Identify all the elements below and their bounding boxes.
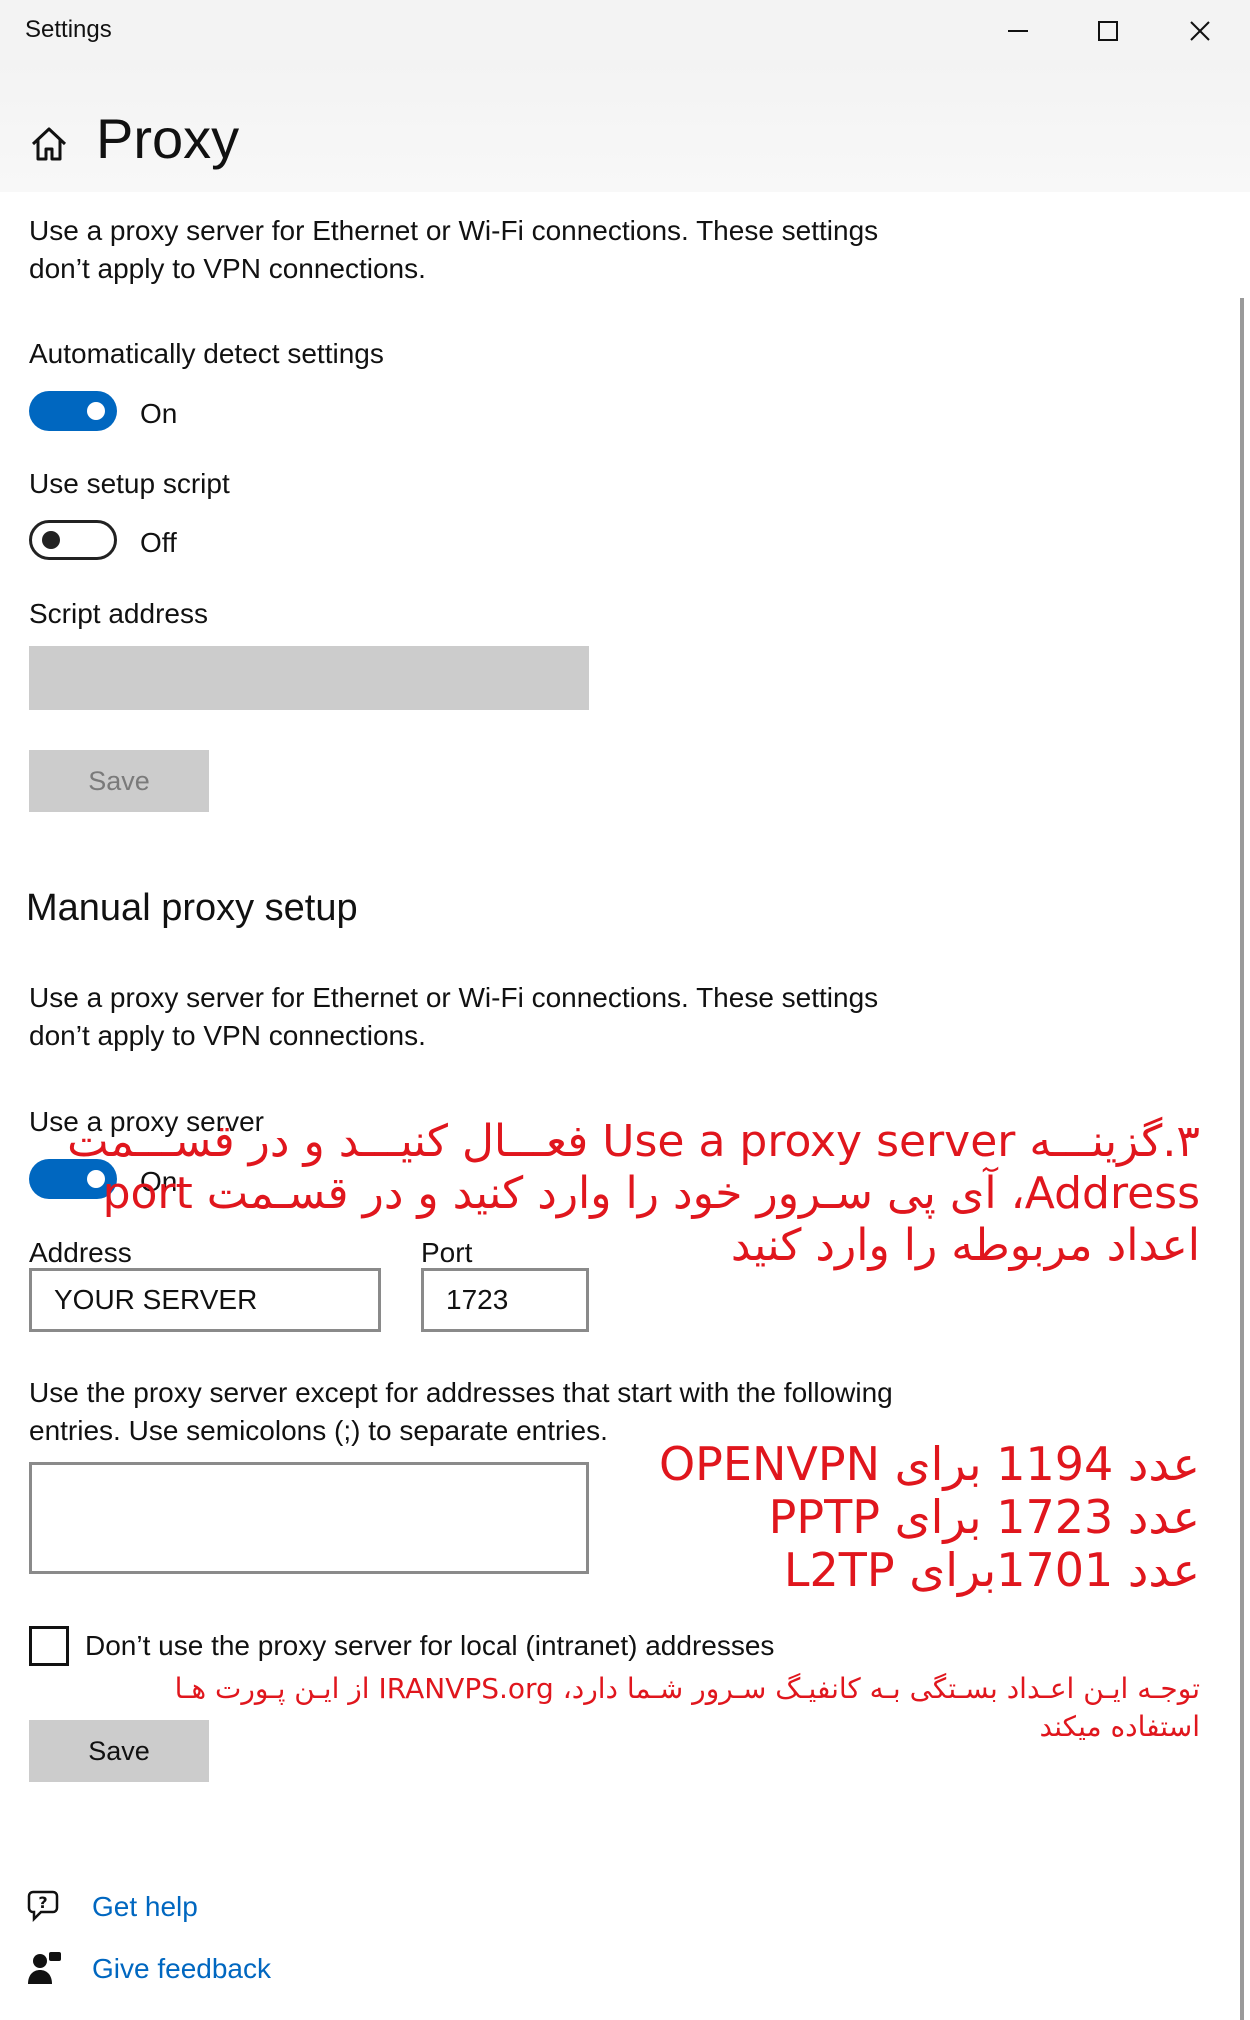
address-input[interactable]: YOUR SERVER [29,1268,381,1332]
home-button[interactable] [29,124,69,164]
detect-settings-label: Automatically detect settings [29,338,384,369]
exceptions-input[interactable] [29,1462,589,1574]
maximize-button[interactable] [1063,0,1153,62]
setup-script-toggle[interactable] [29,520,117,560]
local-addresses-checkbox[interactable] [29,1626,69,1666]
ports-line-3: عدد 1701برای L2TP [783,1543,1200,1597]
manual-description: Use a proxy server for Ethernet or Wi-Fi… [29,982,879,1051]
ports-line-2: عدد 1723 برای PPTP [768,1490,1200,1544]
home-icon [31,127,67,161]
close-icon [1190,21,1210,41]
note-annotation: توجـه ایـن اعـداد بسـتگی بـه کانفیـگ سـر… [175,1670,1200,1746]
give-feedback-icon-wrap[interactable] [27,1950,63,1986]
minimize-button[interactable] [973,0,1063,62]
detect-settings-toggle[interactable] [29,391,117,431]
detect-settings-state: On [140,398,178,429]
page-title: Proxy [96,107,240,170]
script-address-input [29,646,589,710]
step3-line-2: Address، آی پی سـرور خود را وارد کنید و … [102,1168,1200,1219]
window-title: Settings [25,16,112,43]
setup-script-label: Use setup script [29,468,230,499]
feedback-person-icon [28,1952,61,1984]
automatic-description: Use a proxy server for Ethernet or Wi-Fi… [29,215,879,284]
script-address-label: Script address [29,598,208,629]
setup-script-state: Off [140,527,177,558]
local-addresses-label: Don’t use the proxy server for local (in… [85,1630,775,1661]
close-button[interactable] [1155,0,1245,62]
step3-annotation: ۳.گزینـــه Use a proxy server فعـــال کن… [67,1116,1200,1272]
note-line-2: استفاده میکند [1039,1710,1200,1743]
note-line-1: توجـه ایـن اعـداد بسـتگی بـه کانفیـگ سـر… [174,1672,1200,1705]
step3-line-3: اعداد مربوطه را وارد کنید [730,1220,1200,1271]
manual-proxy-title: Manual proxy setup [26,887,358,929]
ports-annotation: عدد 1194 برای OPENVPN عدد 1723 برای PPTP… [659,1438,1200,1597]
minimize-icon [1008,30,1028,32]
give-feedback-link[interactable]: Give feedback [92,1953,271,1985]
title-bar: Settings [0,0,1250,62]
help-chat-icon: ? [27,1890,59,1923]
ports-line-1: عدد 1194 برای OPENVPN [658,1437,1200,1491]
get-help-icon-wrap[interactable]: ? [27,1888,63,1924]
maximize-icon [1098,21,1118,41]
scrollbar[interactable] [1240,298,1244,2020]
get-help-link[interactable]: Get help [92,1891,198,1923]
svg-text:?: ? [38,1893,47,1912]
step3-line-1: ۳.گزینـــه Use a proxy server فعـــال کن… [67,1116,1200,1167]
script-save-button: Save [29,750,209,812]
port-input[interactable]: 1723 [421,1268,589,1332]
